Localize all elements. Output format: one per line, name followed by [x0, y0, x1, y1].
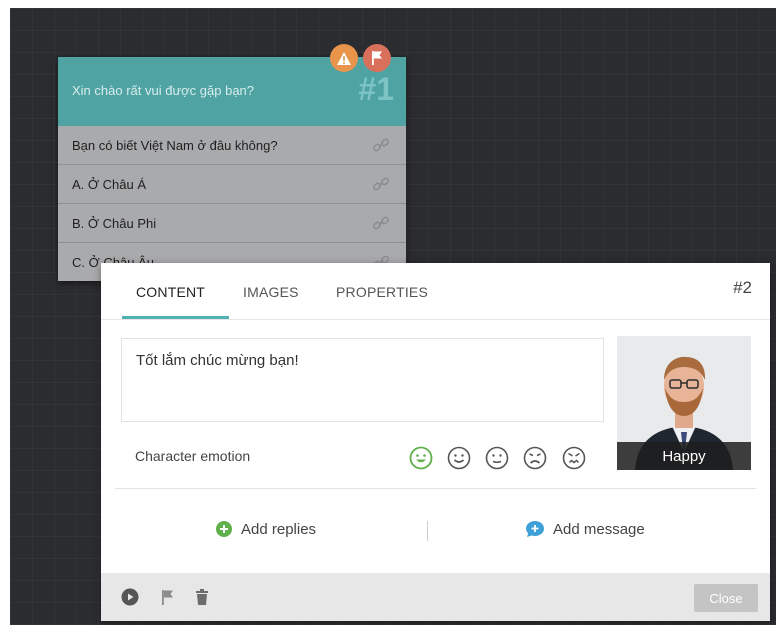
close-button[interactable]: Close — [694, 584, 758, 612]
node-row-label: A. Ở Châu Á — [72, 176, 147, 192]
add-replies-button[interactable]: Add replies — [215, 520, 316, 538]
emotion-label: Character emotion — [135, 448, 251, 464]
warning-icon[interactable] — [330, 44, 358, 72]
trash-icon[interactable] — [193, 588, 211, 606]
node-row-label: Bạn có biết Việt Nam ở đâu không? — [72, 137, 278, 153]
node-title: Xin chào rất vui được gặp bạn? — [72, 83, 255, 98]
add-message-label: Add message — [553, 520, 645, 538]
tab-images[interactable]: IMAGES — [243, 284, 299, 300]
node-editor-panel: CONTENT IMAGES PROPERTIES #2 Tốt lắm chú… — [101, 263, 770, 621]
link-icon[interactable] — [372, 176, 390, 192]
add-message-button[interactable]: Add message — [525, 520, 645, 538]
play-icon[interactable] — [121, 588, 139, 606]
panel-number: #2 — [733, 278, 752, 297]
tab-properties[interactable]: PROPERTIES — [336, 284, 428, 300]
add-replies-label: Add replies — [241, 520, 317, 538]
link-icon[interactable] — [372, 215, 390, 231]
node-row-label: B. Ở Châu Phi — [72, 215, 157, 231]
tab-content[interactable]: CONTENT — [136, 284, 205, 300]
character-avatar[interactable]: Happy — [617, 336, 751, 470]
tabs-divider — [101, 319, 770, 320]
node-row-question[interactable]: Bạn có biết Việt Nam ở đâu không? — [58, 126, 406, 165]
message-textarea[interactable]: Tốt lắm chúc mừng bạn! — [121, 338, 604, 422]
node-row-answer-b[interactable]: B. Ở Châu Phi — [58, 204, 406, 243]
node-number: #1 — [358, 71, 394, 107]
neutral-emotion-icon[interactable] — [485, 446, 509, 470]
avatar-caption: Happy — [617, 442, 751, 470]
add-icon — [216, 521, 232, 537]
section-divider — [115, 488, 756, 489]
sad-emotion-icon[interactable] — [523, 446, 547, 470]
node-row-answer-a[interactable]: A. Ở Châu Á — [58, 165, 406, 204]
flag-icon[interactable] — [363, 44, 391, 72]
happy-emotion-icon[interactable] — [409, 446, 433, 470]
angry-emotion-icon[interactable] — [562, 446, 586, 470]
message-text: Tốt lắm chúc mừng bạn! — [136, 352, 299, 369]
flag-icon[interactable] — [159, 588, 177, 606]
smile-emotion-icon[interactable] — [447, 446, 471, 470]
link-icon[interactable] — [372, 137, 390, 153]
dialog-node-1[interactable]: Xin chào rất vui được gặp bạn? #1 Bạn có… — [58, 57, 406, 281]
chat-add-icon — [526, 521, 544, 537]
panel-footer: Close — [101, 573, 770, 621]
editor-tabs: CONTENT IMAGES PROPERTIES #2 — [101, 263, 770, 320]
action-divider — [427, 521, 428, 541]
